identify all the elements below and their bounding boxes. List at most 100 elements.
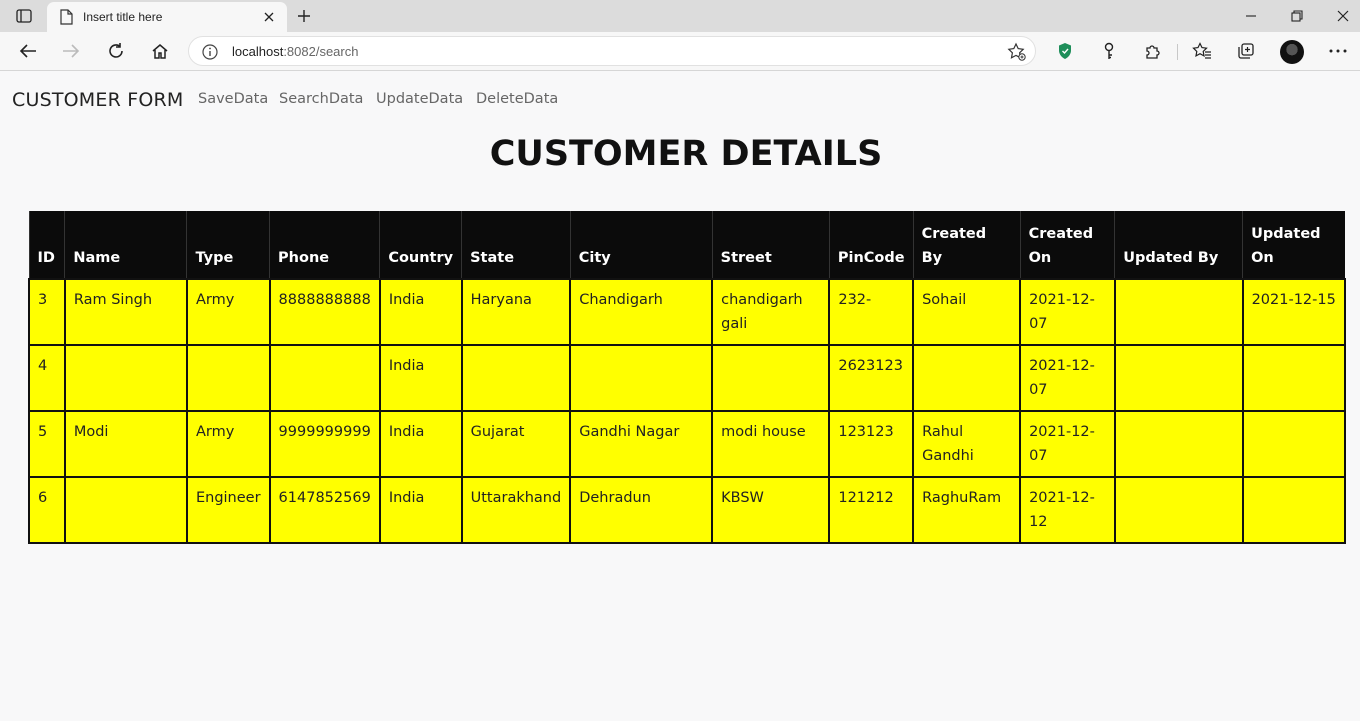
page-icon bbox=[59, 9, 73, 25]
table-cell: Engineer bbox=[185, 476, 271, 544]
extensions-icon[interactable] bbox=[1139, 38, 1167, 64]
table-cell: 2021-12-15 bbox=[1241, 278, 1347, 346]
table-cell: modi house bbox=[711, 410, 831, 478]
table-cell: India bbox=[378, 278, 463, 346]
favorites-icon[interactable] bbox=[1188, 38, 1216, 64]
collections-icon[interactable] bbox=[1232, 38, 1260, 64]
table-cell bbox=[1241, 344, 1347, 412]
navbar-brand[interactable]: CUSTOMER FORM bbox=[12, 89, 184, 111]
profile-avatar[interactable] bbox=[1280, 40, 1304, 64]
column-header: Updated By bbox=[1114, 211, 1243, 279]
table-cell: Haryana bbox=[460, 278, 572, 346]
table-cell bbox=[1241, 476, 1347, 544]
table-cell: 6147852569 bbox=[268, 476, 381, 544]
tab-actions-icon[interactable] bbox=[12, 6, 36, 26]
key-icon[interactable] bbox=[1095, 38, 1123, 64]
table-row: 5 Modi Army 9999999999 India Gujarat Gan… bbox=[28, 410, 1347, 478]
table-cell: 2021-12-07 bbox=[1019, 344, 1116, 412]
table-cell bbox=[1113, 344, 1244, 412]
table-cell: Modi bbox=[63, 410, 188, 478]
table-row: 3 Ram Singh Army 8888888888 India Haryan… bbox=[28, 278, 1347, 346]
table-cell bbox=[63, 344, 188, 412]
table-cell bbox=[460, 344, 572, 412]
table-header-row: ID Name Type Phone Country State City St… bbox=[28, 211, 1345, 279]
table-cell: Chandigarh bbox=[569, 278, 714, 346]
table-cell: chandigarh gali bbox=[711, 278, 831, 346]
shield-extension-icon[interactable] bbox=[1051, 38, 1079, 64]
nav-link-updatedata[interactable]: UpdateData bbox=[376, 91, 463, 107]
table-cell: 123123 bbox=[828, 410, 915, 478]
table-cell bbox=[1241, 410, 1347, 478]
toolbar-divider bbox=[1177, 44, 1178, 60]
table-cell: Sohail bbox=[912, 278, 1022, 346]
table-cell: 3 bbox=[28, 278, 66, 346]
table-cell: Uttarakhand bbox=[460, 476, 572, 544]
new-tab-icon[interactable] bbox=[292, 5, 316, 27]
column-header: PinCode bbox=[828, 211, 914, 279]
add-favorite-icon[interactable] bbox=[1007, 42, 1027, 62]
browser-tab[interactable]: Insert title here bbox=[47, 2, 287, 32]
url-text: localhost:8082/search bbox=[232, 44, 358, 59]
table-cell bbox=[711, 344, 831, 412]
table-cell: Army bbox=[185, 410, 271, 478]
column-header: Name bbox=[64, 211, 187, 279]
navbar: CUSTOMER FORM SaveData SearchData Update… bbox=[0, 72, 1360, 128]
table-cell bbox=[63, 476, 188, 544]
column-header: State bbox=[461, 211, 571, 279]
column-header: Updated On bbox=[1242, 211, 1345, 279]
nav-link-deletedata[interactable]: DeleteData bbox=[476, 91, 558, 107]
column-header: City bbox=[569, 211, 713, 279]
column-header: Created By bbox=[912, 211, 1021, 279]
minimize-icon[interactable] bbox=[1231, 4, 1271, 28]
table-cell: Gujarat bbox=[460, 410, 572, 478]
nav-link-searchdata[interactable]: SearchData bbox=[279, 91, 363, 107]
table-row: 6 Engineer 6147852569 India Uttarakhand … bbox=[28, 476, 1347, 544]
table-cell bbox=[1113, 278, 1244, 346]
refresh-icon[interactable] bbox=[102, 38, 130, 64]
table-cell: RaghuRam bbox=[912, 476, 1022, 544]
close-window-icon[interactable] bbox=[1323, 4, 1360, 28]
address-bar[interactable]: localhost:8082/search bbox=[188, 36, 1036, 66]
close-tab-icon[interactable] bbox=[261, 9, 277, 25]
url-host: localhost bbox=[232, 44, 284, 59]
table-cell: Dehradun bbox=[569, 476, 714, 544]
table-cell: Rahul Gandhi bbox=[912, 410, 1022, 478]
column-header: Country bbox=[379, 211, 462, 279]
customer-table: ID Name Type Phone Country State City St… bbox=[28, 211, 1347, 544]
table-cell: 5 bbox=[28, 410, 66, 478]
table-cell: India bbox=[378, 410, 463, 478]
table-cell: India bbox=[378, 344, 463, 412]
column-header: Type bbox=[186, 211, 270, 279]
table-cell: 121212 bbox=[828, 476, 915, 544]
table-cell bbox=[268, 344, 381, 412]
table-cell: India bbox=[378, 476, 463, 544]
tab-title: Insert title here bbox=[83, 10, 163, 24]
table-cell: 2021-12-07 bbox=[1019, 278, 1116, 346]
table-cell: 2021-12-12 bbox=[1019, 476, 1116, 544]
table-cell bbox=[1113, 410, 1244, 478]
info-icon[interactable] bbox=[201, 43, 219, 61]
table-cell: 2623123 bbox=[828, 344, 915, 412]
page-title: CUSTOMER DETAILS bbox=[489, 134, 883, 174]
table-cell bbox=[912, 344, 1022, 412]
table-cell: 4 bbox=[28, 344, 66, 412]
column-header: ID bbox=[28, 211, 65, 279]
table-cell bbox=[569, 344, 714, 412]
forward-icon[interactable] bbox=[57, 38, 85, 64]
tab-strip: Insert title here bbox=[0, 0, 1360, 32]
table-cell: 2021-12-07 bbox=[1019, 410, 1116, 478]
table-cell: 6 bbox=[28, 476, 66, 544]
nav-link-savedata[interactable]: SaveData bbox=[198, 91, 268, 107]
column-header: Street bbox=[711, 211, 830, 279]
back-icon[interactable] bbox=[14, 38, 42, 64]
table-cell: Gandhi Nagar bbox=[569, 410, 714, 478]
table-cell bbox=[185, 344, 271, 412]
browser-toolbar: localhost:8082/search bbox=[0, 32, 1360, 71]
table-cell: 232- bbox=[828, 278, 915, 346]
browser-window: Insert title here localhost:8082/search … bbox=[0, 0, 1360, 721]
restore-icon[interactable] bbox=[1277, 4, 1317, 28]
table-cell: Army bbox=[185, 278, 271, 346]
home-icon[interactable] bbox=[146, 38, 174, 64]
page-content: CUSTOMER FORM SaveData SearchData Update… bbox=[0, 72, 1360, 721]
more-menu-icon[interactable] bbox=[1324, 38, 1352, 64]
